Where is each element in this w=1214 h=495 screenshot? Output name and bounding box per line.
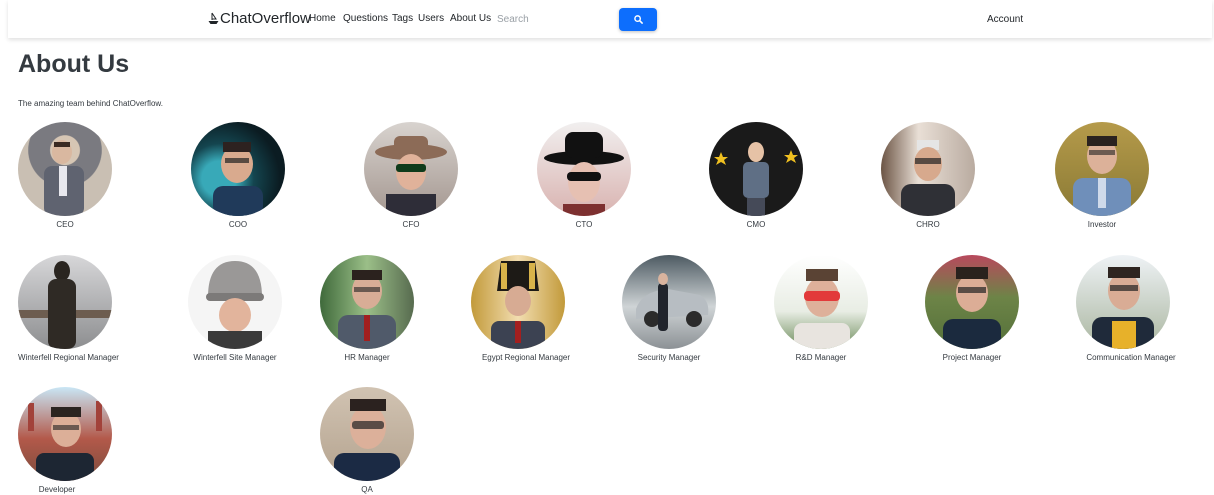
member-photo: [320, 387, 414, 481]
ship-icon: [208, 12, 219, 24]
member-photo: [622, 255, 716, 349]
member-role: R&D Manager: [795, 353, 847, 362]
member-role: Project Manager: [942, 353, 1002, 362]
nav-tags[interactable]: Tags: [392, 13, 413, 24]
nav-home[interactable]: Home: [309, 13, 336, 24]
brand-name: ChatOverflow: [220, 10, 311, 27]
account-link[interactable]: Account: [987, 14, 1023, 25]
member-role: CHRO: [916, 220, 940, 229]
member-photo: [18, 255, 112, 349]
brand-link[interactable]: ChatOverflow: [208, 10, 311, 27]
member-role: HR Manager: [344, 353, 390, 362]
member-photo: [537, 122, 631, 216]
member-role: CEO: [56, 220, 74, 229]
member-photo: [1076, 255, 1170, 349]
member-role: QA: [361, 485, 373, 494]
member-photo: [471, 255, 565, 349]
nav-about-us[interactable]: About Us: [450, 13, 491, 24]
member-role: Communication Manager: [1086, 353, 1176, 362]
member-photo: [709, 122, 803, 216]
member-role: Investor: [1087, 220, 1117, 229]
page-title: About Us: [18, 50, 130, 78]
member-photo: [925, 255, 1019, 349]
member-role: Egypt Regional Manager: [481, 353, 571, 362]
page-subtitle: The amazing team behind ChatOverflow.: [18, 99, 163, 108]
member-photo: [320, 255, 414, 349]
member-photo: [881, 122, 975, 216]
nav-users[interactable]: Users: [418, 13, 444, 24]
member-role: COO: [228, 220, 248, 229]
search-button[interactable]: [619, 8, 657, 31]
member-role: Security Manager: [637, 353, 701, 362]
member-photo: [1055, 122, 1149, 216]
search-input[interactable]: [493, 10, 615, 28]
member-photo: [191, 122, 285, 216]
nav-questions[interactable]: Questions: [343, 13, 388, 24]
member-role: CMO: [746, 220, 766, 229]
member-role: CFO: [402, 220, 420, 229]
member-role: Developer: [38, 485, 76, 494]
member-role: Winterfell Site Manager: [193, 353, 277, 362]
member-photo: [774, 255, 868, 349]
member-photo: [18, 387, 112, 481]
member-role: Winterfell Regional Manager: [18, 353, 119, 362]
member-photo: [18, 122, 112, 216]
member-photo: [188, 255, 282, 349]
member-role: CTO: [575, 220, 593, 229]
member-photo: [364, 122, 458, 216]
search-icon: [633, 15, 643, 24]
navbar: ChatOverflow Home Questions Tags Users A…: [8, 0, 1212, 38]
